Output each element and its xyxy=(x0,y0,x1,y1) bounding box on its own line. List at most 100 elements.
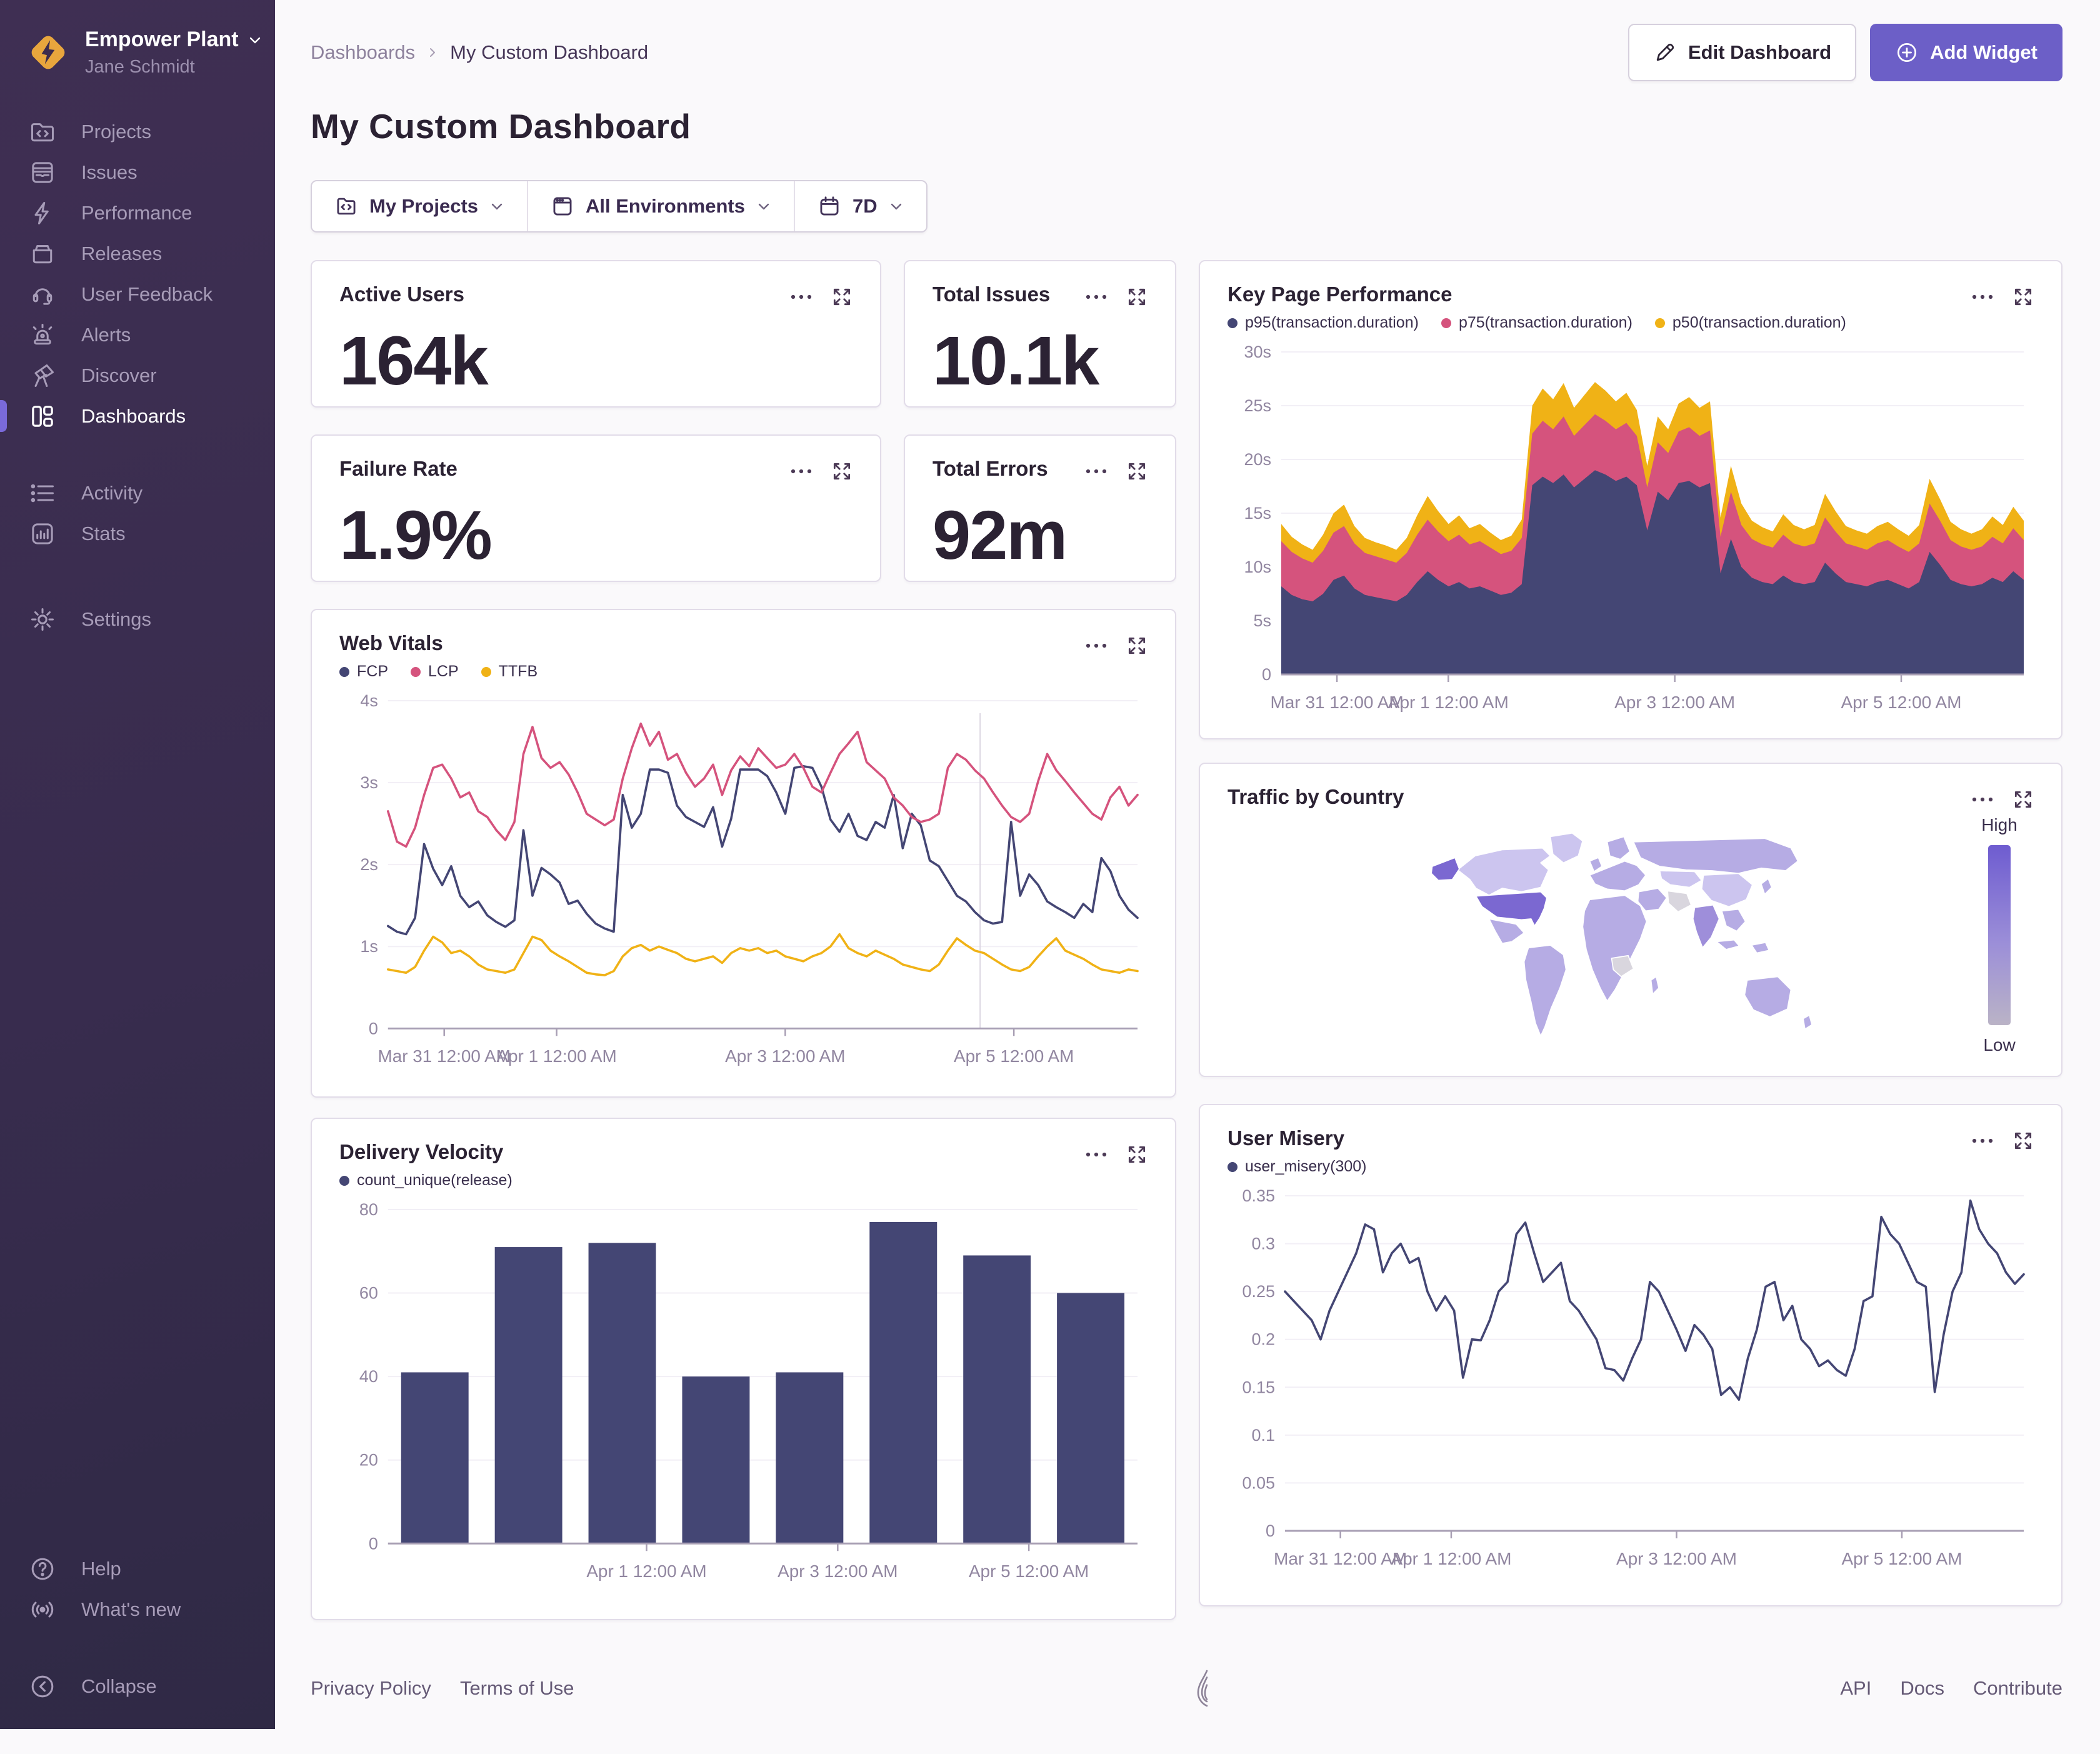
iran[interactable] xyxy=(1668,891,1691,912)
expand-icon[interactable] xyxy=(831,286,852,308)
ellipsis-icon[interactable] xyxy=(789,293,814,301)
sidebar-item-alerts[interactable]: Alerts xyxy=(0,314,275,355)
environment-filter[interactable]: All Environments xyxy=(527,181,794,231)
sidebar-item-discover[interactable]: Discover xyxy=(0,355,275,396)
web-vitals-chart[interactable]: 4s3s2s1s0Mar 31 12:00 AMApr 1 12:00 AMAp… xyxy=(339,689,1148,1070)
privacy-policy-link[interactable]: Privacy Policy xyxy=(311,1677,431,1700)
expand-icon[interactable] xyxy=(1126,1144,1148,1165)
japan[interactable] xyxy=(1761,879,1772,895)
legend-item[interactable]: p50(transaction.duration) xyxy=(1655,314,1846,332)
new-guinea[interactable] xyxy=(1752,943,1769,953)
legend-dot xyxy=(1228,318,1238,328)
edit-dashboard-button[interactable]: Edit Dashboard xyxy=(1628,24,1856,81)
expand-icon[interactable] xyxy=(2012,1130,2034,1151)
legend-label: user_misery(300) xyxy=(1245,1158,1367,1176)
legend-label: p75(transaction.duration) xyxy=(1459,314,1632,332)
svg-text:0.35: 0.35 xyxy=(1242,1186,1275,1205)
sidebar-item-issues[interactable]: Issues xyxy=(0,152,275,193)
delivery-velocity-chart[interactable]: 806040200Apr 1 12:00 AMApr 3 12:00 AMApr… xyxy=(339,1198,1148,1585)
ellipsis-icon[interactable] xyxy=(1084,642,1109,649)
scandinavia[interactable] xyxy=(1608,836,1630,859)
expand-icon[interactable] xyxy=(1126,286,1148,308)
svg-text:1s: 1s xyxy=(360,937,378,956)
sidebar-item-user-feedback[interactable]: User Feedback xyxy=(0,274,275,314)
sidebar-item-dashboards[interactable]: Dashboards xyxy=(0,396,275,436)
expand-icon[interactable] xyxy=(2012,789,2034,810)
ellipsis-icon[interactable] xyxy=(789,468,814,475)
middle-east[interactable] xyxy=(1638,888,1667,911)
greenland[interactable] xyxy=(1551,833,1583,863)
sidebar-item-label: Alerts xyxy=(81,324,131,346)
ellipsis-icon[interactable] xyxy=(1970,796,1995,803)
sidebar: Empower Plant Jane Schmidt Projects Issu… xyxy=(0,0,275,1729)
china[interactable] xyxy=(1702,873,1752,906)
svg-text:25s: 25s xyxy=(1244,396,1271,415)
breadcrumb-dashboards-link[interactable]: Dashboards xyxy=(311,41,415,64)
ellipsis-icon[interactable] xyxy=(1084,468,1109,475)
chevron-down-icon xyxy=(889,199,904,214)
mexico[interactable] xyxy=(1489,919,1524,943)
docs-link[interactable]: Docs xyxy=(1900,1677,1944,1700)
indonesia[interactable] xyxy=(1717,940,1739,950)
add-widget-button[interactable]: Add Widget xyxy=(1870,24,2062,81)
legend-item[interactable]: LCP xyxy=(411,663,459,681)
legend-item[interactable]: FCP xyxy=(339,663,388,681)
ellipsis-icon[interactable] xyxy=(1084,293,1109,301)
alaska[interactable] xyxy=(1431,858,1459,880)
south-america[interactable] xyxy=(1524,945,1566,1036)
legend-item[interactable]: p75(transaction.duration) xyxy=(1441,314,1632,332)
ellipsis-icon[interactable] xyxy=(1970,293,1995,301)
legend-item[interactable]: user_misery(300) xyxy=(1228,1158,1367,1176)
legend-item[interactable]: count_unique(release) xyxy=(339,1171,512,1190)
chevron-down-icon xyxy=(248,33,262,48)
australia[interactable] xyxy=(1744,976,1791,1016)
chevron-right-icon xyxy=(426,46,439,59)
sidebar-item-activity[interactable]: Activity xyxy=(0,473,275,513)
sidebar-item-stats[interactable]: Stats xyxy=(0,513,275,554)
svg-text:Apr 3 12:00 AM: Apr 3 12:00 AM xyxy=(1616,1549,1737,1568)
expand-icon[interactable] xyxy=(1126,461,1148,482)
user-misery-chart[interactable]: 0.350.30.250.20.150.10.050Mar 31 12:00 A… xyxy=(1228,1185,2034,1572)
sidebar-item-help[interactable]: Help xyxy=(0,1548,275,1589)
sidebar-item-settings[interactable]: Settings xyxy=(0,599,275,639)
expand-icon[interactable] xyxy=(1126,635,1148,656)
ellipsis-icon[interactable] xyxy=(1084,1151,1109,1158)
sidebar-item-whats-new[interactable]: What's new xyxy=(0,1589,275,1630)
united-states[interactable] xyxy=(1476,892,1547,926)
africa[interactable] xyxy=(1582,895,1646,1001)
widget-key-page-performance: Key Page Performance p95(transaction.dur… xyxy=(1199,260,2062,739)
united-kingdom[interactable] xyxy=(1590,858,1602,871)
sidebar-collapse-button[interactable]: Collapse xyxy=(0,1666,275,1706)
edit-dashboard-label: Edit Dashboard xyxy=(1688,41,1831,64)
terms-of-use-link[interactable]: Terms of Use xyxy=(460,1677,574,1700)
ellipsis-icon[interactable] xyxy=(1970,1137,1995,1145)
expand-icon[interactable] xyxy=(2012,286,2034,308)
key-page-performance-chart[interactable]: 30s25s20s15s10s5s0Mar 31 12:00 AMApr 1 1… xyxy=(1228,341,2034,716)
sidebar-item-releases[interactable]: Releases xyxy=(0,233,275,274)
expand-icon[interactable] xyxy=(831,461,852,482)
svg-text:0.05: 0.05 xyxy=(1242,1473,1275,1492)
kazakhstan[interactable] xyxy=(1660,871,1702,888)
svg-text:Mar 31 12:00 AM: Mar 31 12:00 AM xyxy=(1270,693,1403,712)
date-range-label: 7D xyxy=(852,195,878,218)
canada[interactable] xyxy=(1458,848,1550,896)
madagascar[interactable] xyxy=(1651,976,1659,994)
date-range-filter[interactable]: 7D xyxy=(794,181,926,231)
kpi-value: 164k xyxy=(339,321,852,401)
widget-title: Traffic by Country xyxy=(1228,785,1404,809)
southeast-asia[interactable] xyxy=(1722,910,1746,931)
russia[interactable] xyxy=(1634,838,1798,873)
new-zealand[interactable] xyxy=(1803,1015,1812,1029)
india[interactable] xyxy=(1693,905,1719,948)
api-link[interactable]: API xyxy=(1840,1677,1871,1700)
sidebar-item-projects[interactable]: Projects xyxy=(0,111,275,152)
legend-item[interactable]: p95(transaction.duration) xyxy=(1228,314,1419,332)
org-switcher[interactable]: Empower Plant Jane Schmidt xyxy=(0,0,275,95)
widget-traffic-by-country: Traffic by Country xyxy=(1199,763,2062,1077)
projects-icon xyxy=(29,118,56,146)
contribute-link[interactable]: Contribute xyxy=(1973,1677,2062,1700)
issues-icon xyxy=(29,159,56,186)
project-filter[interactable]: My Projects xyxy=(312,181,527,231)
legend-item[interactable]: TTFB xyxy=(481,663,538,681)
sidebar-item-performance[interactable]: Performance xyxy=(0,193,275,233)
